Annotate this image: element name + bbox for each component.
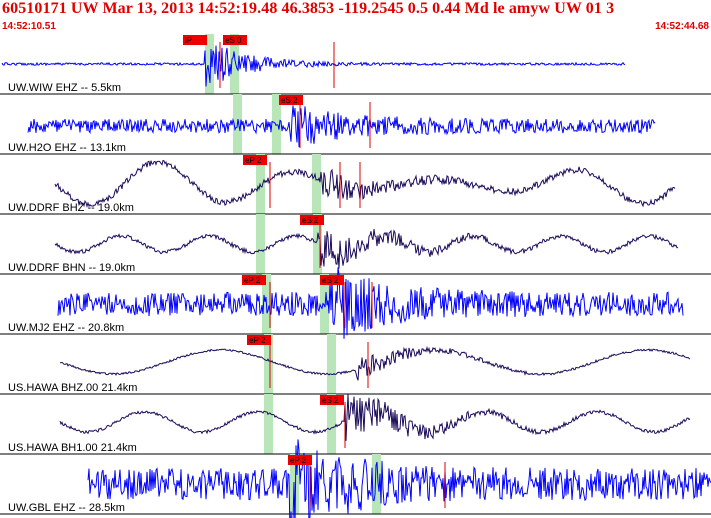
start-time: 14:52:10.51 xyxy=(2,21,56,32)
channel-label: UW.DDRF BHZ -- 19.0km xyxy=(8,202,134,214)
channel-label: UW.MJ2 EHZ -- 20.8km xyxy=(8,322,124,334)
waveform-trace xyxy=(57,267,684,339)
pick-window-band xyxy=(312,154,321,214)
channel-label: UW.GBL EHZ -- 28.5km xyxy=(8,502,125,514)
waveform-trace xyxy=(1,45,626,87)
channel-label: US.HAWA BH1.00 21.4km xyxy=(8,442,137,454)
pick-label: eP 2 xyxy=(290,456,307,465)
waveform-trace xyxy=(54,229,679,269)
trace-row[interactable]: eS 2 UW.H2O EHZ -- 13.1km xyxy=(0,94,711,155)
trace-row[interactable]: eP 2 eS 2 UW.MJ2 EHZ -- 20.8km xyxy=(0,267,711,339)
pick-label: eP 2 xyxy=(245,156,262,165)
pick-window-band xyxy=(327,334,336,394)
channel-label: US.HAWA BHZ.00 21.4km xyxy=(8,382,137,394)
pick-label: eS 2 xyxy=(322,276,339,285)
pick-label: eP 2 xyxy=(249,336,266,345)
event-header: 60510171 UW Mar 13, 2013 14:52:19.48 46.… xyxy=(0,0,711,34)
seismogram-panel[interactable]: iP eS 0 UW.WIW EHZ -- 5.5km eS 2 UW.H2O EHZ… xyxy=(0,34,711,518)
pick-label: eS 2 xyxy=(302,216,319,225)
pick-label: eP 2 xyxy=(244,276,261,285)
trace-row[interactable]: eS 2 UW.DDRF BHN -- 19.0km xyxy=(0,214,711,275)
end-time: 14:52:44.68 xyxy=(655,21,709,32)
channel-label: UW.DDRF BHN -- 19.0km xyxy=(8,262,135,274)
pick-label: eS 2 xyxy=(281,96,298,105)
pick-window-band xyxy=(256,214,265,274)
trace-row[interactable]: eP 2 US.HAWA BHZ.00 21.4km xyxy=(0,334,711,395)
trace-row[interactable]: iP eS 0 UW.WIW EHZ -- 5.5km xyxy=(0,34,711,95)
waveform-trace xyxy=(54,159,676,208)
waveform-trace xyxy=(87,439,711,518)
channel-label: UW.H2O EHZ -- 13.1km xyxy=(8,142,126,154)
pick-window-band xyxy=(264,394,273,454)
pick-label: eS 2 xyxy=(322,396,339,405)
waveform-trace xyxy=(60,345,691,381)
pick-label: eS 0 xyxy=(225,36,242,45)
trace-row[interactable]: eS 2 US.HAWA BH1.00 21.4km xyxy=(0,394,711,455)
channel-label: UW.WIW EHZ -- 5.5km xyxy=(8,82,121,94)
event-title: 60510171 UW Mar 13, 2013 14:52:19.48 46.… xyxy=(2,0,615,17)
waveform-trace xyxy=(59,394,691,441)
trace-row[interactable]: eP 2 UW.DDRF BHZ -- 19.0km xyxy=(0,154,711,215)
waveform-trace xyxy=(27,105,656,148)
pick-label: iP xyxy=(185,36,192,45)
